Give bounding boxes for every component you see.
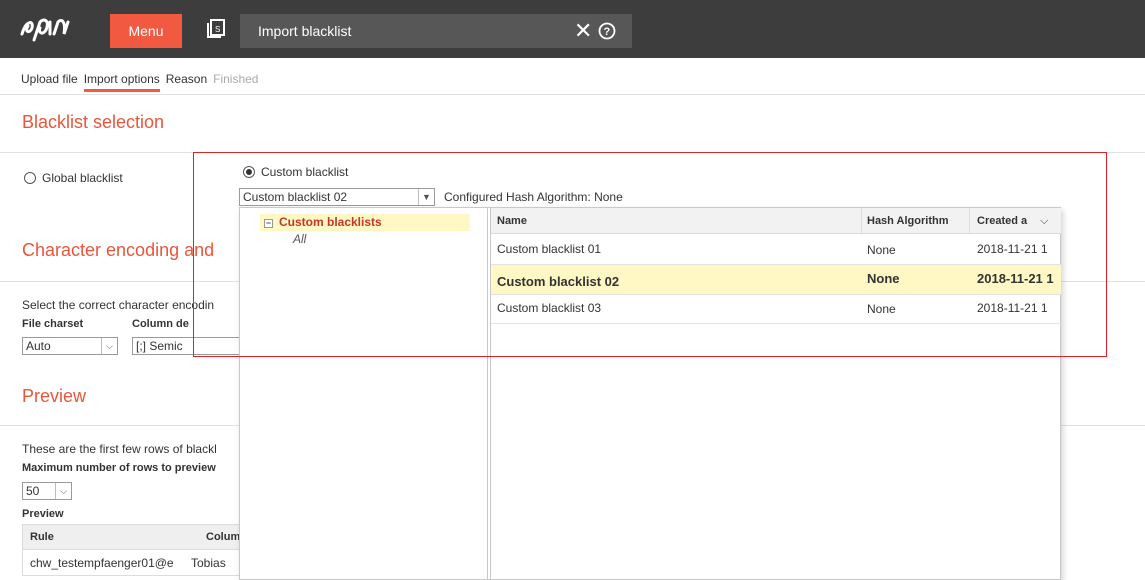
custom-blacklist-select[interactable]: Custom blacklist 02 ▼ [239, 188, 435, 206]
section-title-preview: Preview [22, 386, 87, 406]
encoding-hint: Select the correct character encodin [22, 298, 215, 312]
document-icon[interactable]: S [206, 18, 226, 38]
step-upload-file[interactable]: Upload file [21, 72, 78, 86]
table-cell-column: Tobias [191, 556, 226, 570]
step-finished: Finished [213, 72, 259, 86]
table-cell-rule: chw_testempfaenger01@e [30, 556, 174, 570]
column-separator[interactable] [861, 208, 862, 234]
chevron-down-icon[interactable]: ⌵ [1040, 208, 1048, 234]
top-bar: Menu S Import blacklist ✕ ? [0, 0, 1145, 58]
table-row: chw_testempfaenger01@e Tobias [22, 550, 242, 576]
grid-row-selected[interactable]: Custom blacklist 02 None 2018-11-21 1 [491, 265, 1061, 295]
step-import-options[interactable]: Import options [83, 72, 160, 92]
grid-cell-hash: None [867, 271, 900, 286]
divider [0, 152, 1145, 153]
custom-blacklist-option[interactable]: Custom blacklist [243, 165, 348, 179]
tree-node-all[interactable]: All [293, 232, 306, 246]
chevron-down-icon[interactable]: ⌵ [55, 483, 71, 499]
grid-cell-created: 2018-11-21 1 [977, 242, 1048, 256]
grid-cell-name: Custom blacklist 03 [497, 301, 602, 315]
collapse-icon[interactable]: − [264, 219, 273, 228]
column-header-name[interactable]: Name [497, 208, 527, 234]
column-delimiter-select[interactable]: [;] Semic [132, 337, 240, 355]
blacklist-dropdown-popup[interactable]: − Custom blacklists All Name Hash Algorit… [239, 207, 1061, 580]
file-charset-select[interactable]: Auto ⌵ [22, 337, 118, 355]
blacklist-grid: Name Hash Algorithm Created a ⌵ Custom b… [490, 208, 1061, 580]
grid-cell-name: Custom blacklist 01 [497, 242, 602, 256]
hash-algorithm-info: Configured Hash Algorithm: None [444, 190, 623, 204]
column-delimiter-label: Column de [132, 318, 189, 330]
column-separator[interactable] [969, 208, 970, 234]
section-title-character-encoding: Character encoding and [22, 240, 215, 260]
chevron-down-icon[interactable]: ⌵ [101, 338, 117, 354]
global-blacklist-option[interactable]: Global blacklist [24, 171, 123, 185]
preview-hint: These are the first few rows of blackl [22, 442, 217, 456]
epi-logo [20, 18, 70, 42]
divider [0, 94, 1145, 95]
grid-row[interactable]: Custom blacklist 03 None 2018-11-21 1 [491, 295, 1061, 324]
grid-cell-created: 2018-11-21 1 [977, 271, 1054, 286]
grid-header: Name Hash Algorithm Created a ⌵ [491, 208, 1061, 234]
close-icon[interactable]: ✕ [574, 14, 592, 48]
max-rows-select-value: 50 [26, 484, 40, 498]
grid-cell-hash: None [867, 302, 896, 316]
max-rows-select[interactable]: 50 ⌵ [22, 482, 72, 500]
global-blacklist-radio[interactable] [24, 172, 36, 184]
svg-text:S: S [215, 25, 220, 34]
global-blacklist-label: Global blacklist [42, 171, 123, 185]
file-charset-select-value: Auto [26, 339, 51, 353]
section-title-blacklist-selection: Blacklist selection [22, 112, 165, 132]
file-charset-label: File charset [22, 318, 84, 330]
column-header-hash-algorithm[interactable]: Hash Algorithm [867, 208, 949, 234]
category-tree: − Custom blacklists All [240, 208, 488, 580]
custom-blacklist-label: Custom blacklist [261, 165, 349, 179]
wizard-steps: Upload file Import options Reason Finish… [21, 72, 259, 92]
tree-node-label: Custom blacklists [279, 215, 382, 229]
svg-text:?: ? [604, 26, 611, 38]
preview-table-label: Preview [22, 508, 64, 520]
grid-cell-name: Custom blacklist 02 [497, 274, 620, 289]
help-icon[interactable]: ? [598, 22, 616, 40]
custom-blacklist-select-value: Custom blacklist 02 [243, 190, 348, 204]
max-rows-label: Maximum number of rows to preview [22, 462, 216, 474]
column-header-rule[interactable]: Rule [30, 531, 54, 543]
custom-blacklist-radio[interactable] [243, 166, 255, 178]
menu-button[interactable]: Menu [110, 14, 182, 48]
column-delimiter-select-value: [;] Semic [136, 339, 183, 353]
grid-cell-hash: None [867, 243, 896, 257]
column-header-created[interactable]: Created a [977, 208, 1027, 234]
step-reason[interactable]: Reason [166, 72, 207, 86]
preview-table-header: Rule Column [22, 524, 247, 550]
chevron-down-icon[interactable]: ▼ [418, 189, 434, 205]
grid-cell-created: 2018-11-21 1 [977, 301, 1048, 315]
grid-row[interactable]: Custom blacklist 01 None 2018-11-21 1 [491, 235, 1061, 265]
tree-node-custom-blacklists[interactable]: − Custom blacklists [260, 214, 470, 231]
